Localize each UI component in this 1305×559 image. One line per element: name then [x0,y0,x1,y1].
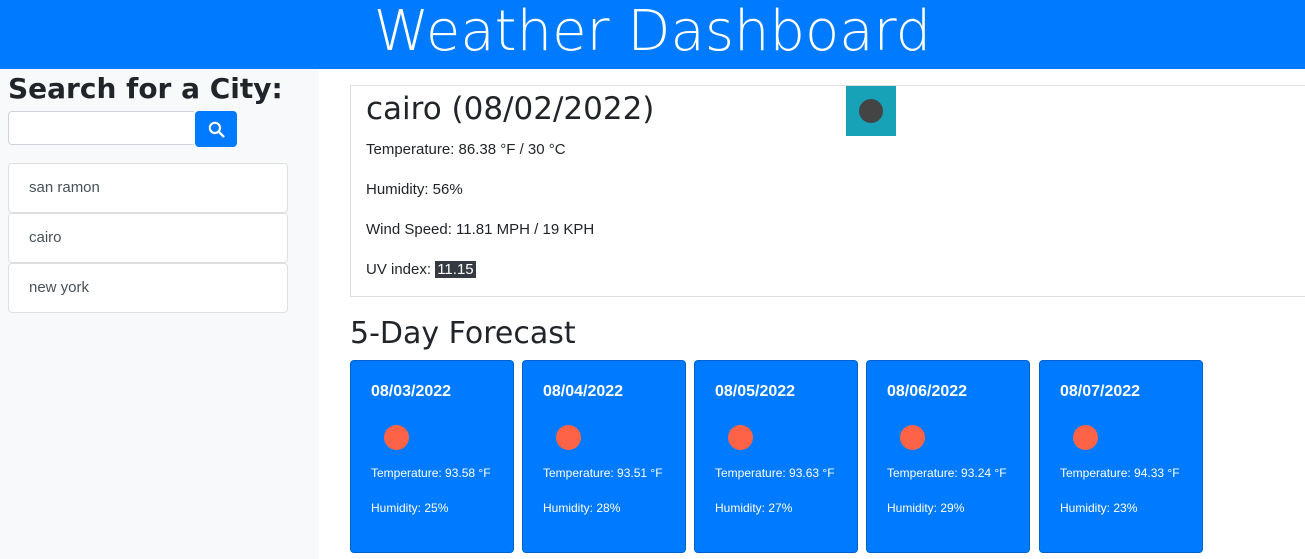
sidebar: Search for a City: san ramon cairo new y… [0,69,319,559]
forecast-humidity: Humidity: 29% [887,501,965,515]
sun-icon [384,425,409,450]
current-humidity: Humidity: 56% [366,181,463,198]
forecast-title: 5-Day Forecast [350,316,576,351]
forecast-card: 08/06/2022 Temperature: 93.24 °F Humidit… [866,360,1030,553]
forecast-temperature: Temperature: 93.51 °F [543,466,663,480]
forecast-date: 08/03/2022 [371,383,452,400]
forecast-date: 08/04/2022 [543,383,624,400]
app-header: Weather Dashboard [0,0,1305,69]
forecast-date: 08/05/2022 [715,383,796,400]
search-icon [208,121,225,138]
history-item-cairo[interactable]: cairo [8,213,288,263]
current-city-title: cairo (08/02/2022) [366,91,655,127]
forecast-humidity: Humidity: 27% [715,501,793,515]
forecast-card: 08/04/2022 Temperature: 93.51 °F Humidit… [522,360,686,553]
sun-icon [728,425,753,450]
forecast-humidity: Humidity: 25% [371,501,449,515]
forecast-card: 08/05/2022 Temperature: 93.63 °F Humidit… [694,360,858,553]
forecast-temperature: Temperature: 93.58 °F [371,466,491,480]
forecast-date: 08/06/2022 [887,383,968,400]
current-wind-speed: Wind Speed: 11.81 MPH / 19 KPH [366,221,595,238]
search-button[interactable] [195,111,237,147]
forecast-date: 08/07/2022 [1060,383,1141,400]
forecast-card: 08/03/2022 Temperature: 93.58 °F Humidit… [350,360,514,553]
sun-icon [1073,425,1098,450]
page-title: Weather Dashboard [373,0,932,64]
forecast-temperature: Temperature: 93.24 °F [887,466,1007,480]
search-history-list: san ramon cairo new york [8,163,288,313]
history-item-new-york[interactable]: new york [8,263,288,313]
current-temperature: Temperature: 86.38 °F / 30 °C [366,141,566,158]
forecast-temperature: Temperature: 94.33 °F [1060,466,1180,480]
uv-value-badge: 11.15 [435,261,476,278]
uv-label: UV index: [366,261,436,278]
weather-icon [846,86,896,136]
forecast-temperature: Temperature: 93.63 °F [715,466,835,480]
forecast-card: 08/07/2022 Temperature: 94.33 °F Humidit… [1039,360,1203,553]
sun-icon [556,425,581,450]
city-search-input[interactable] [8,111,194,145]
forecast-humidity: Humidity: 28% [543,501,621,515]
sun-icon [900,425,925,450]
current-uv-index: UV index: 11.15 [366,260,476,280]
current-weather-panel: cairo (08/02/2022) Temperature: 86.38 °F… [350,85,1305,297]
search-title: Search for a City: [8,72,283,105]
forecast-humidity: Humidity: 23% [1060,501,1138,515]
history-item-san-ramon[interactable]: san ramon [8,163,288,213]
